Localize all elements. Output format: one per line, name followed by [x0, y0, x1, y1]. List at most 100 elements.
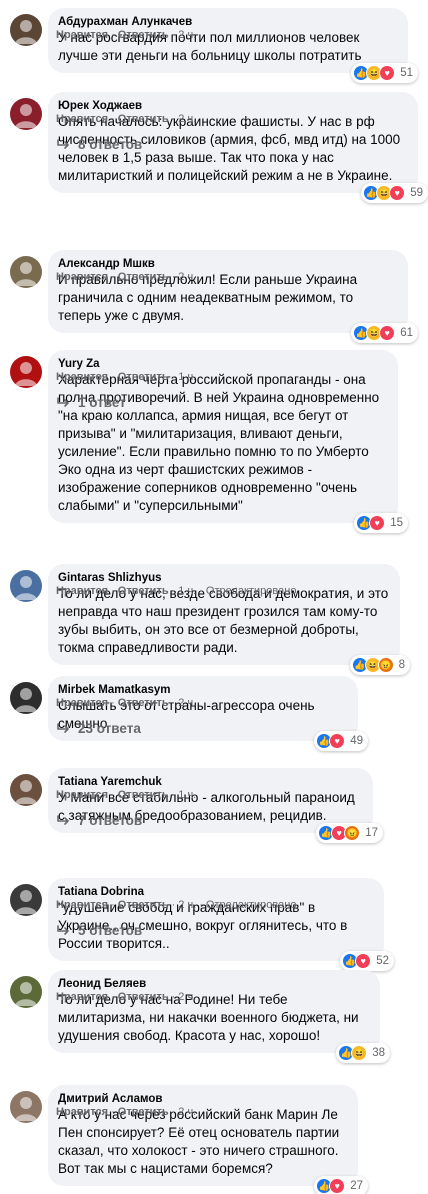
- replies-count-label: 8 ответов: [78, 137, 143, 152]
- comment-time[interactable]: 2 ч.: [178, 29, 196, 41]
- love-reaction-icon: ♥: [329, 733, 346, 749]
- like-button[interactable]: Нравится: [56, 585, 108, 597]
- comment-bubble: Дмитрий Асламов А кто у нас через российс…: [48, 1085, 368, 1194]
- comment-author[interactable]: Gintaras Shlizhyus: [58, 571, 390, 585]
- like-button[interactable]: Нравится: [56, 899, 108, 911]
- reaction-count: 59: [410, 187, 423, 199]
- comment-actions: Нравится · Ответить · 2 ч.: [56, 1106, 196, 1118]
- comment-author[interactable]: Tatiana Dobrina: [58, 885, 374, 899]
- like-button[interactable]: Нравится: [56, 789, 108, 801]
- like-button[interactable]: Нравится: [56, 1106, 108, 1118]
- comment-time[interactable]: 2 ч.: [178, 271, 196, 283]
- replies-count-label: 7 ответов: [78, 813, 143, 828]
- comments-list: Абдурахман Алункачев У нас росгвардия поч…: [0, 0, 428, 1194]
- avatar[interactable]: [10, 98, 42, 130]
- angry-reaction-icon: 😠: [377, 657, 394, 673]
- like-button[interactable]: Нравится: [56, 697, 108, 709]
- reply-button[interactable]: Ответить: [118, 585, 169, 597]
- reaction-count: 8: [398, 659, 405, 671]
- avatar[interactable]: [10, 774, 42, 806]
- comment-time[interactable]: 1 ч.: [178, 789, 196, 801]
- avatar[interactable]: [10, 356, 42, 388]
- avatar[interactable]: [10, 976, 42, 1008]
- love-reaction-icon: ♥: [329, 1178, 346, 1194]
- person-silhouette-icon: [15, 890, 37, 914]
- separator-dot: ·: [111, 789, 115, 801]
- replies-count-label: 1 ответ: [78, 395, 126, 410]
- reply-arrow-icon: [57, 924, 69, 935]
- comment-bubble: Tatiana Dobrina "удушение свобод и гражда…: [48, 878, 394, 971]
- comment-author[interactable]: Александр Мшкв: [58, 257, 398, 271]
- avatar[interactable]: [10, 256, 42, 288]
- reactions-summary[interactable]: 👍 ♥ 15: [354, 513, 408, 533]
- comment-time[interactable]: 2 ч.: [178, 899, 196, 911]
- reactions-summary[interactable]: 👍 😆 😠 8: [349, 655, 410, 675]
- avatar[interactable]: [10, 14, 42, 46]
- reply-button[interactable]: Ответить: [118, 113, 169, 125]
- reactions-summary[interactable]: 👍 ♥ 😠 17: [316, 823, 383, 843]
- separator-dot: ·: [199, 585, 203, 597]
- like-button[interactable]: Нравится: [56, 113, 108, 125]
- comment-author[interactable]: Леонид Беляев: [58, 977, 370, 991]
- comment-time[interactable]: 1 ч.: [178, 585, 196, 597]
- separator-dot: ·: [199, 899, 203, 911]
- like-button[interactable]: Нравится: [56, 29, 108, 41]
- avatar[interactable]: [10, 1091, 42, 1123]
- like-button[interactable]: Нравится: [56, 271, 108, 283]
- reactions-summary[interactable]: 👍 😆 ♥ 59: [361, 183, 428, 203]
- love-reaction-icon: ♥: [369, 515, 386, 531]
- separator-dot: ·: [171, 371, 176, 383]
- reaction-count: 52: [376, 955, 389, 967]
- reactions-summary[interactable]: 👍 😆 ♥ 61: [351, 323, 418, 343]
- reaction-count: 61: [400, 327, 413, 339]
- avatar[interactable]: [10, 570, 42, 602]
- reply-button[interactable]: Ответить: [118, 371, 169, 383]
- separator-dot: ·: [111, 697, 115, 709]
- reply-button[interactable]: Ответить: [118, 697, 169, 709]
- reactions-summary[interactable]: 👍 😆 38: [336, 1043, 390, 1063]
- reaction-count: 15: [390, 517, 403, 529]
- reply-button[interactable]: Ответить: [118, 789, 169, 801]
- comment-author[interactable]: Юрек Ходжаев: [58, 99, 408, 113]
- view-replies-link[interactable]: 8 ответов: [56, 137, 142, 152]
- like-button[interactable]: Нравится: [56, 371, 108, 383]
- reactions-summary[interactable]: 👍 😆 ♥ 51: [351, 63, 418, 83]
- comment-time[interactable]: 2 ч.: [178, 697, 196, 709]
- like-button[interactable]: Нравится: [56, 991, 108, 1003]
- comment-author[interactable]: Mirbek Mamatkasym: [58, 683, 348, 697]
- reply-button[interactable]: Ответить: [118, 991, 169, 1003]
- comment-author[interactable]: Абдурахман Алункачев: [58, 15, 398, 29]
- comment-time[interactable]: 2 ч.: [178, 991, 196, 1003]
- reply-button[interactable]: Ответить: [118, 1106, 169, 1118]
- comment-author[interactable]: Дмитрий Асламов: [58, 1092, 348, 1106]
- reactions-summary[interactable]: 👍 ♥ 52: [340, 951, 394, 971]
- separator-dot: ·: [171, 585, 176, 597]
- view-replies-link[interactable]: 1 ответ: [56, 395, 126, 410]
- comment-time[interactable]: 2 ч.: [178, 113, 196, 125]
- view-replies-link[interactable]: 7 ответов: [56, 813, 142, 828]
- view-replies-link[interactable]: 23 ответа: [56, 721, 141, 736]
- reply-button[interactable]: Ответить: [118, 271, 169, 283]
- comment-bubble: Gintaras Shlizhyus То ли дело у нас, везд…: [48, 564, 410, 675]
- comment-actions: Нравится · Ответить · 2 ч. · Отредактировано: [56, 899, 296, 911]
- comment-time[interactable]: 1 ч.: [178, 371, 196, 383]
- comment-time[interactable]: 2 ч.: [178, 1106, 196, 1118]
- comment-author[interactable]: Yury Za: [58, 357, 388, 371]
- avatar[interactable]: [10, 884, 42, 916]
- separator-dot: ·: [171, 899, 176, 911]
- reply-button[interactable]: Ответить: [118, 899, 169, 911]
- comment-actions: Нравится · Ответить · 1 ч. · Отредактировано: [56, 585, 296, 597]
- haha-reaction-icon: 😆: [351, 1045, 368, 1061]
- separator-dot: ·: [171, 697, 176, 709]
- reply-button[interactable]: Ответить: [118, 29, 169, 41]
- comment-author[interactable]: Tatiana Yaremchuk: [58, 775, 363, 789]
- comment-bubble: Леонид Беляев То ли дело у нас на Родине!…: [48, 970, 390, 1063]
- separator-dot: ·: [111, 1106, 115, 1118]
- reactions-summary[interactable]: 👍 ♥ 49: [314, 731, 368, 751]
- comment-actions: Нравится · Ответить · 2 ч.: [56, 697, 196, 709]
- reactions-summary[interactable]: 👍 ♥ 27: [314, 1176, 368, 1194]
- view-replies-link[interactable]: 5 ответов: [56, 923, 142, 938]
- person-silhouette-icon: [15, 20, 37, 44]
- separator-dot: ·: [111, 585, 115, 597]
- avatar[interactable]: [10, 682, 42, 714]
